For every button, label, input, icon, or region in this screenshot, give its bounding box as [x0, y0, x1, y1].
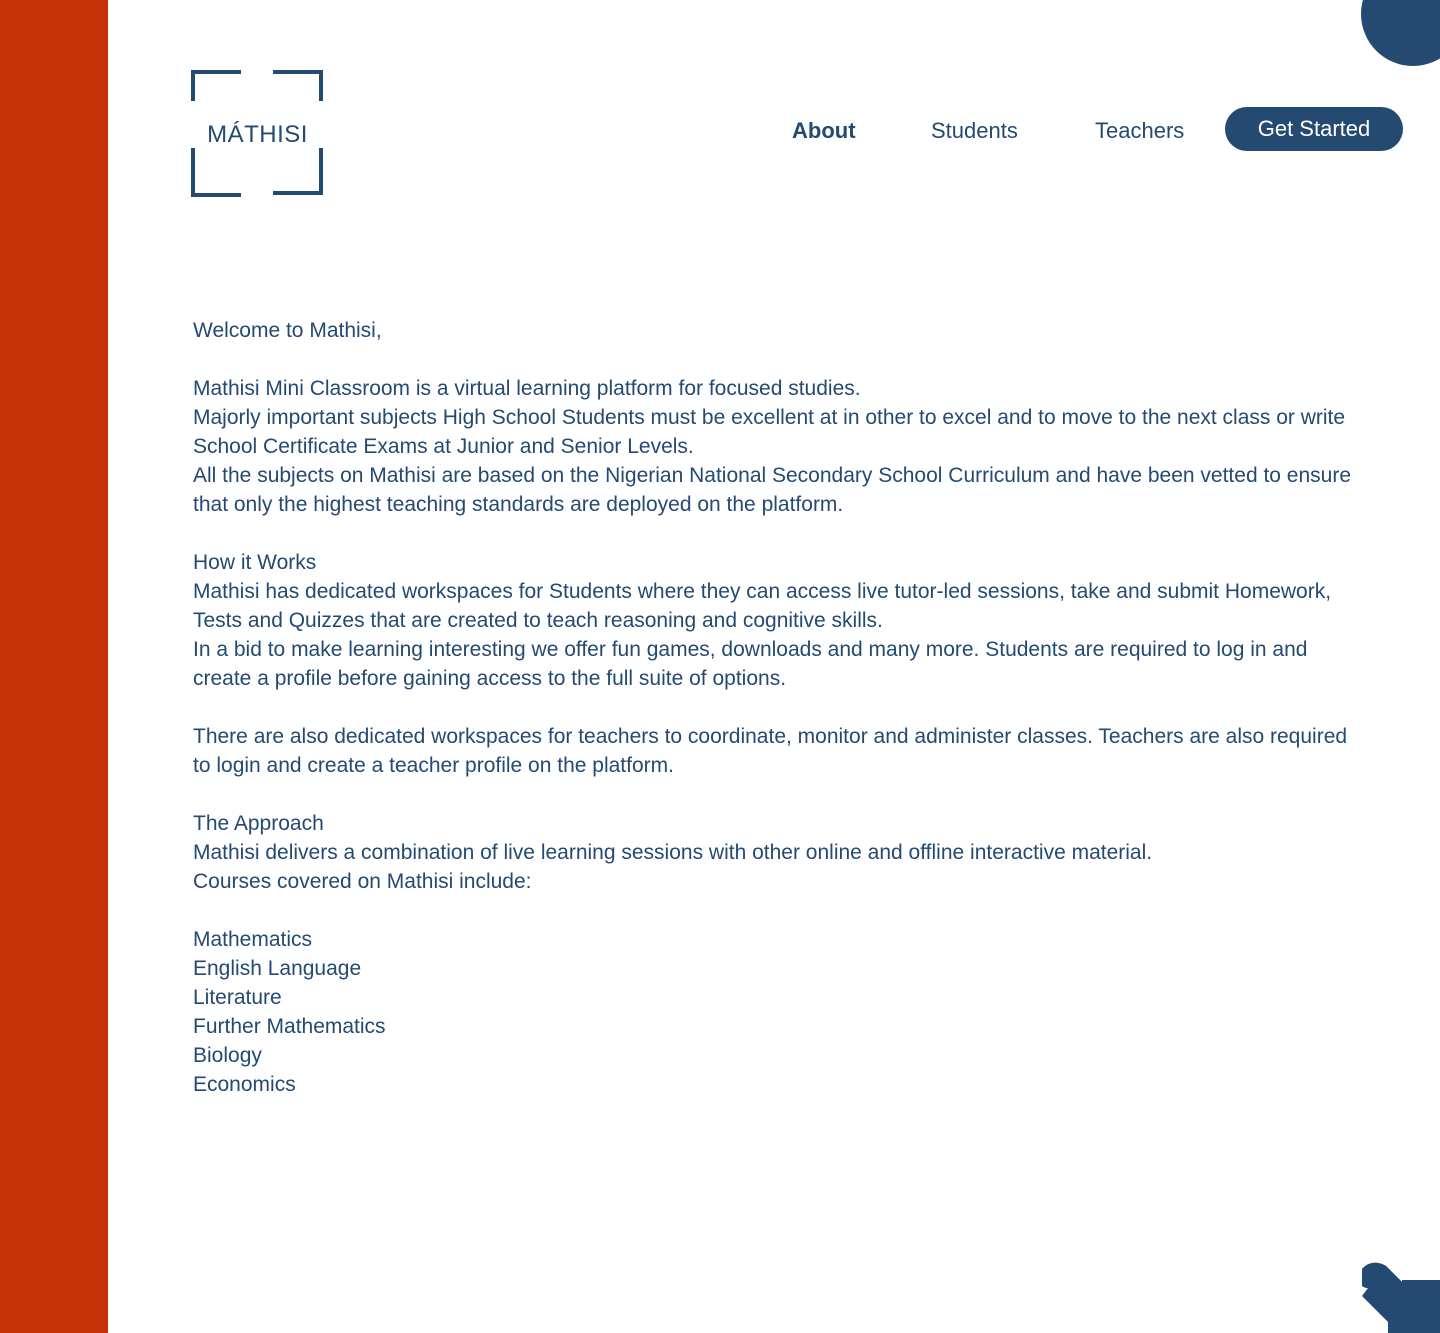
course-list: Mathematics English Language Literature … — [193, 925, 1363, 1099]
logo[interactable]: MÁTHISI — [190, 69, 323, 198]
nav-about-link[interactable]: About — [792, 115, 856, 147]
course-item: Literature — [193, 986, 282, 1009]
decorative-circle — [1361, 0, 1440, 66]
how-paragraph-2: In a bid to make learning interesting we… — [193, 638, 1308, 690]
course-item: English Language — [193, 957, 362, 980]
teachers-paragraph: There are also dedicated workspaces for … — [193, 725, 1348, 777]
how-paragraph-1: Mathisi has dedicated workspaces for Stu… — [193, 580, 1332, 632]
logo-text: MÁTHISI — [207, 121, 308, 148]
intro-paragraph-3: All the subjects on Mathisi are based on… — [193, 464, 1352, 516]
intro-paragraph-1: Mathisi Mini Classroom is a virtual lear… — [193, 377, 861, 400]
intro-paragraph-2: Majorly important subjects High School S… — [193, 406, 1346, 458]
course-item: Economics — [193, 1073, 296, 1096]
about-content: Welcome to Mathisi, Mathisi Mini Classro… — [193, 316, 1363, 1099]
how-it-works-heading: How it Works — [193, 551, 317, 574]
course-item: Biology — [193, 1044, 262, 1067]
course-item: Further Mathematics — [193, 1015, 386, 1038]
welcome-text: Welcome to Mathisi, — [193, 319, 382, 342]
course-item: Mathematics — [193, 928, 313, 951]
get-started-button[interactable]: Get Started — [1225, 107, 1403, 151]
nav-students-link[interactable]: Students — [931, 115, 1018, 147]
side-accent-bar — [0, 0, 108, 1333]
approach-heading: The Approach — [193, 812, 324, 835]
nav-teachers-link[interactable]: Teachers — [1095, 115, 1184, 147]
approach-paragraph-1: Mathisi delivers a combination of live l… — [193, 841, 1153, 864]
chevron-down-right-icon — [1362, 1262, 1440, 1333]
approach-paragraph-2: Courses covered on Mathisi include: — [193, 870, 532, 893]
